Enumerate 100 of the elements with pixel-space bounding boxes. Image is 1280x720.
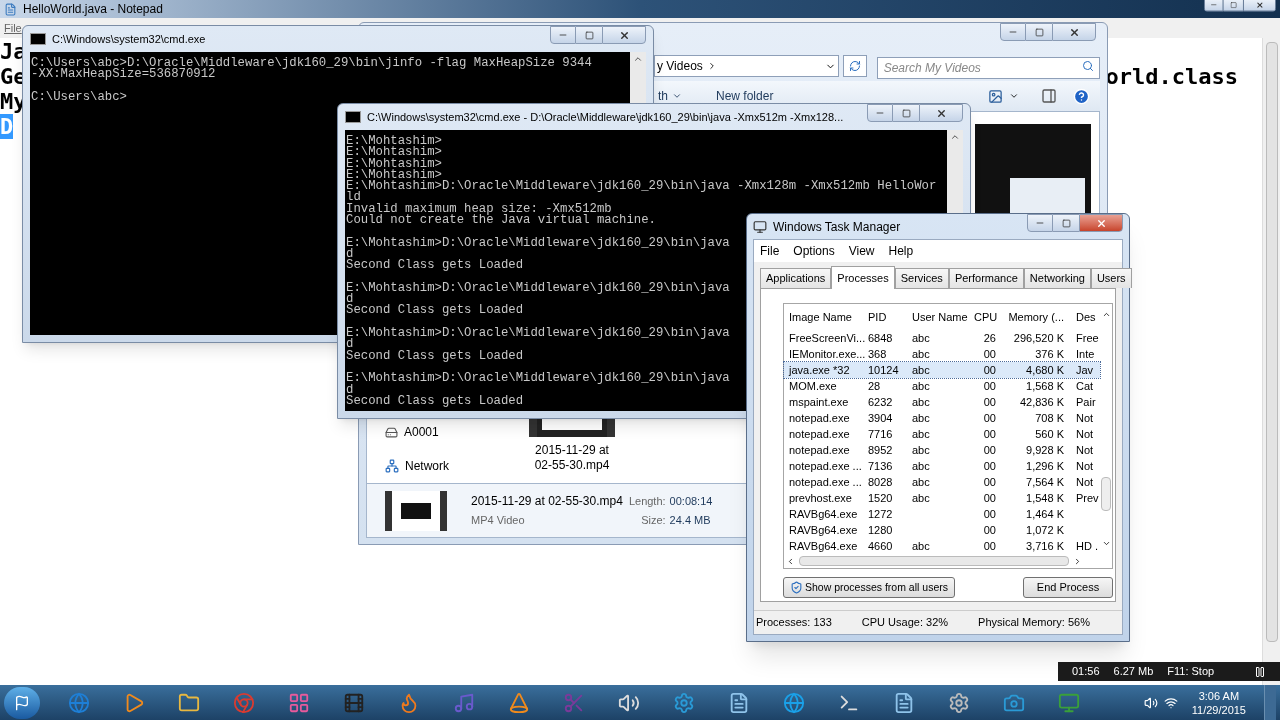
process-row[interactable]: mspaint.exe 6232 abc 00 42,836 K Pair bbox=[784, 394, 1100, 410]
column-header[interactable]: Image Name bbox=[784, 308, 868, 326]
maximize-button[interactable] bbox=[893, 104, 919, 122]
tab[interactable]: Users bbox=[1090, 268, 1132, 288]
table-cell: notepad.exe ... bbox=[789, 475, 862, 488]
elapsed-time: 01:56 bbox=[1072, 664, 1100, 680]
process-row[interactable]: RAVBg64.exe 4660 abc 00 3,716 K HD . bbox=[784, 538, 1100, 554]
tab[interactable]: Applications bbox=[760, 268, 832, 288]
table-cell: 00 bbox=[983, 539, 996, 552]
process-row[interactable]: MOM.exe 28 abc 00 1,568 K Cat bbox=[784, 378, 1100, 394]
process-row[interactable]: notepad.exe ... 8028 abc 00 7,564 K Not bbox=[784, 474, 1100, 490]
dropdown-icon bbox=[1009, 91, 1019, 101]
close-button[interactable] bbox=[1243, 0, 1276, 12]
table-cell: abc bbox=[912, 379, 930, 392]
process-row[interactable]: notepad.exe ... 7136 abc 00 1,296 K Not bbox=[784, 458, 1100, 474]
table-cell: 6848 bbox=[868, 331, 893, 344]
toolbar-button[interactable]: th bbox=[658, 87, 682, 105]
table-cell: 560 K bbox=[1035, 427, 1064, 440]
table-cell: 00 bbox=[983, 459, 996, 472]
process-row[interactable]: notepad.exe 7716 abc 00 560 K Not bbox=[784, 426, 1100, 442]
table-cell: 00 bbox=[983, 475, 996, 488]
refresh-button[interactable] bbox=[843, 55, 867, 77]
minimize-button[interactable] bbox=[1000, 23, 1026, 41]
maximize-button[interactable] bbox=[1223, 0, 1243, 12]
maximize-button[interactable] bbox=[1053, 214, 1079, 232]
process-row[interactable]: notepad.exe 3904 abc 00 708 K Not bbox=[784, 410, 1100, 426]
minimize-button[interactable] bbox=[867, 104, 893, 122]
table-cell: 708 K bbox=[1035, 411, 1064, 424]
music-icon bbox=[453, 691, 475, 714]
table-cell: 00 bbox=[983, 443, 996, 456]
process-row[interactable]: RAVBg64.exe 1272 00 1,464 K bbox=[784, 506, 1100, 522]
table-cell: abc bbox=[912, 491, 930, 504]
process-row[interactable]: IEMonitor.exe... 368 abc 00 376 K Inte bbox=[784, 346, 1100, 362]
table-cell: 4660 bbox=[868, 539, 893, 552]
table-cell: 26 bbox=[983, 331, 996, 344]
minimize-button[interactable] bbox=[1027, 214, 1053, 232]
start-button[interactable] bbox=[4, 686, 40, 719]
process-row[interactable]: notepad.exe 8952 abc 00 9,928 K Not bbox=[784, 442, 1100, 458]
tab[interactable]: Processes bbox=[831, 266, 895, 289]
close-button[interactable] bbox=[602, 26, 646, 44]
table-cell: notepad.exe ... bbox=[789, 459, 862, 472]
minimize-button[interactable] bbox=[550, 26, 576, 44]
toolbar-button[interactable]: New folder bbox=[716, 87, 774, 105]
console-line: C:\Users\abc> bbox=[31, 91, 127, 104]
process-row[interactable]: prevhost.exe 1520 abc 00 1,548 K Prev bbox=[784, 490, 1100, 506]
close-button[interactable] bbox=[1052, 23, 1096, 41]
table-cell: notepad.exe bbox=[789, 411, 850, 424]
table-cell: Not bbox=[1076, 475, 1094, 488]
menu-item[interactable]: File bbox=[4, 19, 22, 37]
nav-item[interactable]: A0001 bbox=[385, 423, 487, 441]
table-cell: Not bbox=[1076, 443, 1094, 456]
table-cell: 10124 bbox=[868, 363, 899, 376]
tab[interactable]: Performance bbox=[948, 268, 1024, 288]
column-header[interactable]: Des bbox=[1068, 308, 1100, 326]
process-row[interactable]: FreeScreenVi... 6848 abc 26 296,520 K Free bbox=[784, 330, 1100, 346]
window-title: C:\Windows\system32\cmd.exe bbox=[52, 31, 206, 47]
column-header[interactable]: User Name bbox=[912, 308, 974, 326]
minimize-button[interactable] bbox=[1204, 0, 1224, 12]
search-field[interactable]: Search My Videos bbox=[876, 57, 1100, 79]
column-header[interactable]: CPU bbox=[974, 308, 996, 326]
table-cell: java.exe *32 bbox=[789, 363, 850, 376]
table-cell: 1,548 K bbox=[1026, 491, 1064, 504]
nav-item[interactable]: Network bbox=[385, 457, 487, 475]
scroll-up-icon[interactable] bbox=[633, 54, 643, 64]
tab[interactable]: Services bbox=[894, 268, 949, 288]
table-cell: abc bbox=[912, 347, 930, 360]
close-button[interactable] bbox=[919, 104, 963, 122]
maximize-button[interactable] bbox=[576, 26, 602, 44]
table-cell: 296,520 K bbox=[1013, 331, 1064, 344]
window-title: C:\Windows\system32\cmd.exe - D:\Oracle\Middleware\jdk160_29\bin\java -Xmx512m -Xmx128... bbox=[367, 109, 844, 125]
menu-item[interactable]: Help bbox=[888, 242, 914, 260]
process-row[interactable]: java.exe *32 10124 abc 00 4,680 K Jav bbox=[784, 362, 1100, 378]
table-cell: 00 bbox=[983, 507, 996, 520]
table-cell: 8028 bbox=[868, 475, 893, 488]
table-cell: mspaint.exe bbox=[789, 395, 849, 408]
table-cell: abc bbox=[912, 395, 930, 408]
show-all-processes-button[interactable]: Show processes from all users bbox=[783, 577, 955, 598]
table-cell: prevhost.exe bbox=[789, 491, 852, 504]
scroll-up-icon[interactable] bbox=[950, 132, 960, 142]
shield-icon bbox=[790, 581, 803, 594]
file-name[interactable]: 2015-11-29 at 02-55-30.mp4 bbox=[527, 443, 617, 473]
notepad-icon bbox=[4, 2, 17, 16]
dropdown-icon bbox=[672, 91, 682, 101]
file-name: 2015-11-29 at 02-55-30.mp4 bbox=[471, 493, 623, 511]
table-cell: RAVBg64.exe bbox=[789, 539, 858, 552]
table-cell: 1,072 K bbox=[1026, 523, 1064, 536]
menu-item[interactable]: View bbox=[848, 242, 875, 260]
end-process-button[interactable]: End Process bbox=[1023, 577, 1113, 598]
process-row[interactable]: RAVBg64.exe 1280 00 1,072 K bbox=[784, 522, 1100, 538]
column-header[interactable]: Memory (... bbox=[996, 308, 1068, 326]
tab[interactable]: Networking bbox=[1023, 268, 1091, 288]
table-cell: abc bbox=[912, 539, 930, 552]
menu-item[interactable]: Options bbox=[793, 242, 835, 260]
address-field[interactable]: y Videos bbox=[654, 55, 840, 77]
column-header[interactable]: PID bbox=[868, 308, 912, 326]
table-cell: 7716 bbox=[868, 427, 893, 440]
maximize-button[interactable] bbox=[1026, 23, 1052, 41]
table-cell: abc bbox=[912, 459, 930, 472]
stop-hint: F11: Stop bbox=[1167, 664, 1215, 680]
menu-item[interactable]: File bbox=[760, 242, 780, 260]
